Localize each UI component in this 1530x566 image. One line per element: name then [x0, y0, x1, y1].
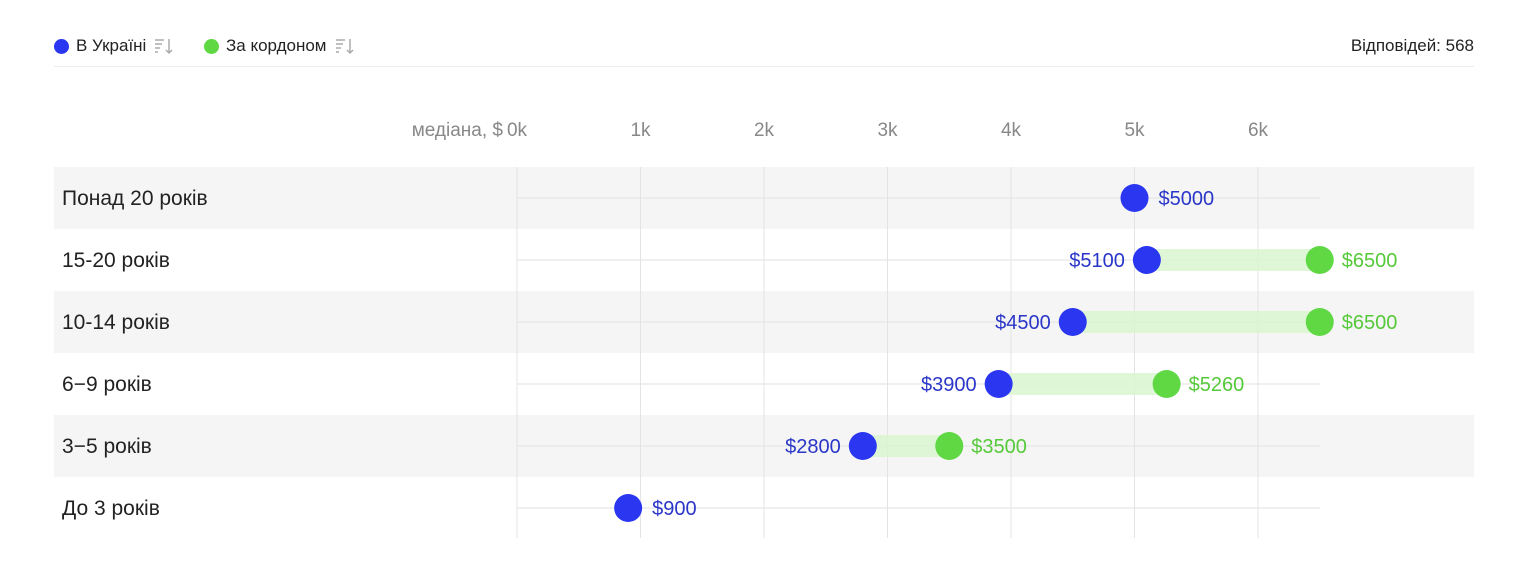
- tick-label: 1k: [630, 120, 651, 141]
- ukraine-point: [848, 432, 877, 460]
- ukraine-point: [614, 494, 643, 522]
- row-label: 10-14 років: [62, 311, 170, 334]
- tick-label: 3k: [877, 120, 898, 141]
- range-bar: [1146, 249, 1320, 271]
- tick-label: 5k: [1124, 120, 1145, 141]
- range-bar: [998, 373, 1167, 395]
- dumbbell-chart: медіана, $0k 1k 2k 3k 4k 5k 6k Понад 20 років $5…: [54, 120, 1474, 538]
- abroad-value-label: $6500: [1342, 312, 1398, 334]
- tick-label: 0k: [507, 120, 528, 141]
- row-label: Понад 20 років: [62, 187, 208, 210]
- row-label: 3−5 років: [62, 435, 152, 458]
- ukraine-point: [1058, 308, 1087, 336]
- ukraine-point: [1132, 246, 1161, 274]
- row-label: 6−9 років: [62, 373, 152, 396]
- abroad-point: [1152, 370, 1181, 398]
- row-label: До 3 років: [62, 497, 160, 520]
- tick-label: 2k: [754, 120, 775, 141]
- axis-label: медіана, $: [412, 120, 504, 141]
- abroad-value-label: $5260: [1189, 374, 1245, 396]
- ukraine-value-label: $2800: [785, 436, 841, 458]
- ukraine-value-label: $5000: [1159, 188, 1215, 210]
- tick-label: 4k: [1001, 120, 1022, 141]
- abroad-point: [1305, 308, 1334, 336]
- ukraine-value-label: $3900: [921, 374, 977, 396]
- abroad-value-label: $3500: [971, 436, 1027, 458]
- abroad-point: [935, 432, 964, 460]
- ukraine-point: [984, 370, 1013, 398]
- ukraine-value-label: $5100: [1069, 250, 1125, 272]
- abroad-point: [1305, 246, 1334, 274]
- range-bar: [1072, 311, 1320, 333]
- row-label: 15-20 років: [62, 249, 170, 272]
- abroad-value-label: $6500: [1342, 250, 1398, 272]
- ukraine-value-label: $4500: [995, 312, 1051, 334]
- tick-label: 6k: [1248, 120, 1269, 141]
- ukraine-value-label: $900: [652, 498, 697, 520]
- ukraine-point: [1120, 184, 1149, 212]
